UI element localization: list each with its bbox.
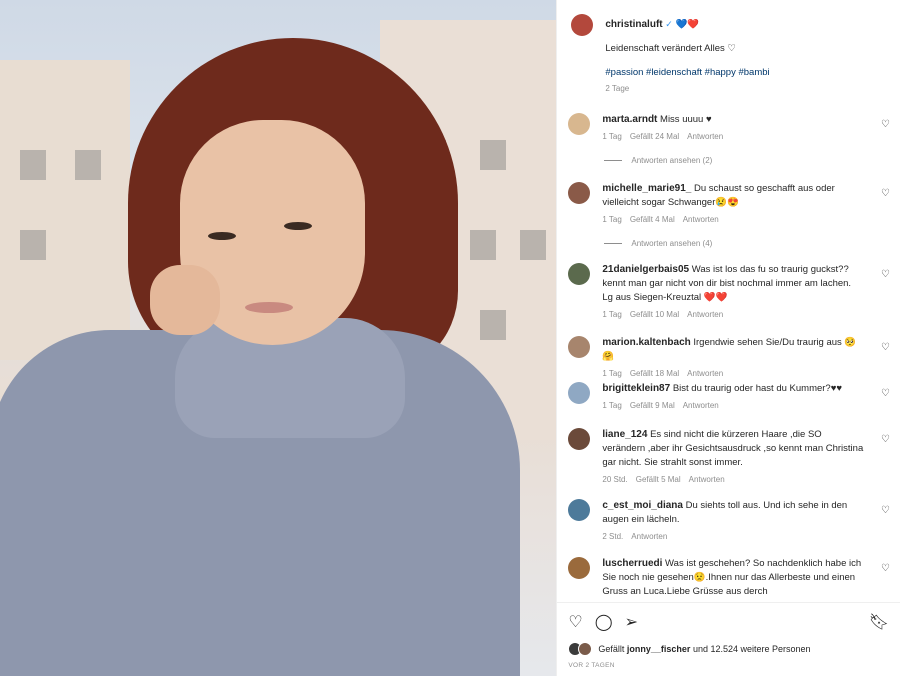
author-username[interactable]: christinaluft [605, 19, 662, 30]
author-avatar[interactable] [571, 14, 594, 36]
post-time: 2 Tage [605, 84, 630, 93]
like-comment-heart-icon[interactable]: ♡ [881, 563, 890, 574]
likes-summary[interactable]: Gefällt jonny__fischer und 12.524 weiter… [557, 632, 900, 656]
reply-button[interactable]: Antworten [683, 215, 719, 224]
post-date: VOR 2 TAGEN [568, 662, 615, 669]
reply-button[interactable]: Antworten [687, 132, 723, 141]
liked-by-user[interactable]: jonny__fischer [627, 644, 691, 654]
replies-line [604, 160, 623, 161]
share-paper-plane-icon[interactable]: ➢ [625, 612, 638, 632]
caption-text: Leidenschaft verändert Alles ♡ [605, 43, 736, 54]
replies-line [604, 243, 623, 244]
post-photo[interactable] [0, 0, 557, 676]
comment: c_est_moi_diana Du siehts toll aus. Und … [568, 499, 892, 541]
verified-badge-icon: ✓ [665, 19, 673, 29]
building-window [480, 140, 506, 170]
commenter-username[interactable]: c_est_moi_diana [602, 500, 683, 511]
comments-panel: christinaluft ✓ 💙❤️ Leidenschaft verände… [556, 0, 900, 676]
comment: marion.kaltenbach Irgendwie sehen Sie/Du… [568, 336, 892, 378]
commenter-username[interactable]: luscherruedi [602, 558, 662, 569]
reply-button[interactable]: Antworten [689, 475, 725, 484]
commenter-username[interactable]: marta.arndt [602, 114, 657, 125]
view-replies-label[interactable]: Antworten ansehen (2) [631, 156, 712, 165]
author-emojis: 💙❤️ [675, 19, 700, 30]
reply-button[interactable]: Antworten [631, 532, 667, 541]
commenter-avatar[interactable] [568, 382, 591, 404]
building-window [20, 230, 46, 260]
liked-prefix: Gefällt [598, 644, 625, 654]
post-caption: christinaluft ✓ 💙❤️ Leidenschaft verände… [557, 0, 900, 93]
left-eye [208, 232, 236, 240]
hand [150, 265, 220, 335]
like-comment-heart-icon[interactable]: ♡ [881, 388, 890, 399]
commenter-avatar[interactable] [568, 263, 591, 285]
lips [245, 302, 293, 313]
reply-button[interactable]: Antworten [687, 369, 723, 378]
view-replies[interactable]: Antworten ansehen (2) [604, 156, 712, 165]
liker-avatar [578, 642, 593, 656]
building-window [470, 230, 496, 260]
commenter-avatar[interactable] [568, 113, 591, 135]
like-comment-heart-icon[interactable]: ♡ [881, 269, 890, 280]
view-replies-label[interactable]: Antworten ansehen (4) [631, 239, 712, 248]
comment: 21danielgerbais05 Was ist los das fu so … [568, 263, 892, 319]
comment: michelle_marie91_ Du schaust so geschaff… [568, 182, 892, 224]
commenter-username[interactable]: liane_124 [602, 429, 647, 440]
comment-time: 1 Tag [602, 310, 622, 319]
reply-button[interactable]: Antworten [683, 401, 719, 410]
commenter-username[interactable]: marion.kaltenbach [602, 337, 690, 348]
like-comment-heart-icon[interactable]: ♡ [881, 434, 890, 445]
comment: luscherruedi Was ist geschehen? So nachd… [568, 557, 892, 599]
comment-likes[interactable]: Gefällt 18 Mal [630, 369, 679, 378]
comment-text: Miss uuuu ♥ [660, 114, 712, 125]
post-actions: ♡ ◯ ➢ 🔖︎ Gefällt jonny__fischer und 12.5… [557, 602, 900, 675]
commenter-avatar[interactable] [568, 557, 591, 579]
comment-time: 1 Tag [602, 401, 622, 410]
commenter-avatar[interactable] [568, 182, 591, 204]
liked-by-rest[interactable]: und 12.524 weitere Personen [693, 644, 811, 654]
comment-likes[interactable]: Gefällt 9 Mal [630, 401, 675, 410]
building-window [20, 150, 46, 180]
view-replies[interactable]: Antworten ansehen (4) [604, 239, 712, 248]
building-window [480, 310, 506, 340]
like-comment-heart-icon[interactable]: ♡ [881, 505, 890, 516]
comment-time: 2 Std. [602, 532, 624, 541]
reply-button[interactable]: Antworten [687, 310, 723, 319]
comment-time: 1 Tag [602, 369, 622, 378]
caption-hashtags[interactable]: #passion #leidenschaft #happy #bambi [605, 66, 769, 80]
comment-text: Bist du traurig oder hast du Kummer?♥♥ [672, 383, 842, 394]
comment-likes[interactable]: Gefällt 24 Mal [630, 132, 679, 141]
like-comment-heart-icon[interactable]: ♡ [881, 342, 890, 353]
comment-likes[interactable]: Gefällt 5 Mal [636, 475, 681, 484]
comment-likes[interactable]: Gefällt 10 Mal [630, 310, 679, 319]
building-window [75, 150, 101, 180]
save-bookmark-icon[interactable]: 🔖︎ [869, 612, 889, 632]
comment: liane_124 Es sind nicht die kürzeren Haa… [568, 428, 892, 484]
commenter-avatar[interactable] [568, 336, 591, 358]
commenter-avatar[interactable] [568, 499, 591, 521]
commenter-username[interactable]: brigitteklein87 [602, 383, 670, 394]
like-comment-heart-icon[interactable]: ♡ [881, 188, 890, 199]
comment-time: 1 Tag [602, 132, 622, 141]
commenter-username[interactable]: michelle_marie91_ [602, 183, 691, 194]
comment-time: 1 Tag [602, 215, 622, 224]
commenter-avatar[interactable] [568, 428, 591, 450]
background-building [0, 60, 130, 360]
comment: brigitteklein87 Bist du traurig oder has… [568, 382, 892, 410]
comment: marta.arndt Miss uuuu ♥ 1 Tag Gefällt 24 … [568, 113, 892, 141]
building-window [520, 230, 546, 260]
like-heart-icon[interactable]: ♡ [568, 612, 582, 632]
right-eye [284, 222, 312, 230]
comment-likes[interactable]: Gefällt 4 Mal [630, 215, 675, 224]
comment-time: 20 Std. [602, 475, 628, 484]
like-comment-heart-icon[interactable]: ♡ [881, 119, 890, 130]
comment-bubble-icon[interactable]: ◯ [595, 612, 613, 632]
commenter-username[interactable]: 21danielgerbais05 [602, 264, 689, 275]
